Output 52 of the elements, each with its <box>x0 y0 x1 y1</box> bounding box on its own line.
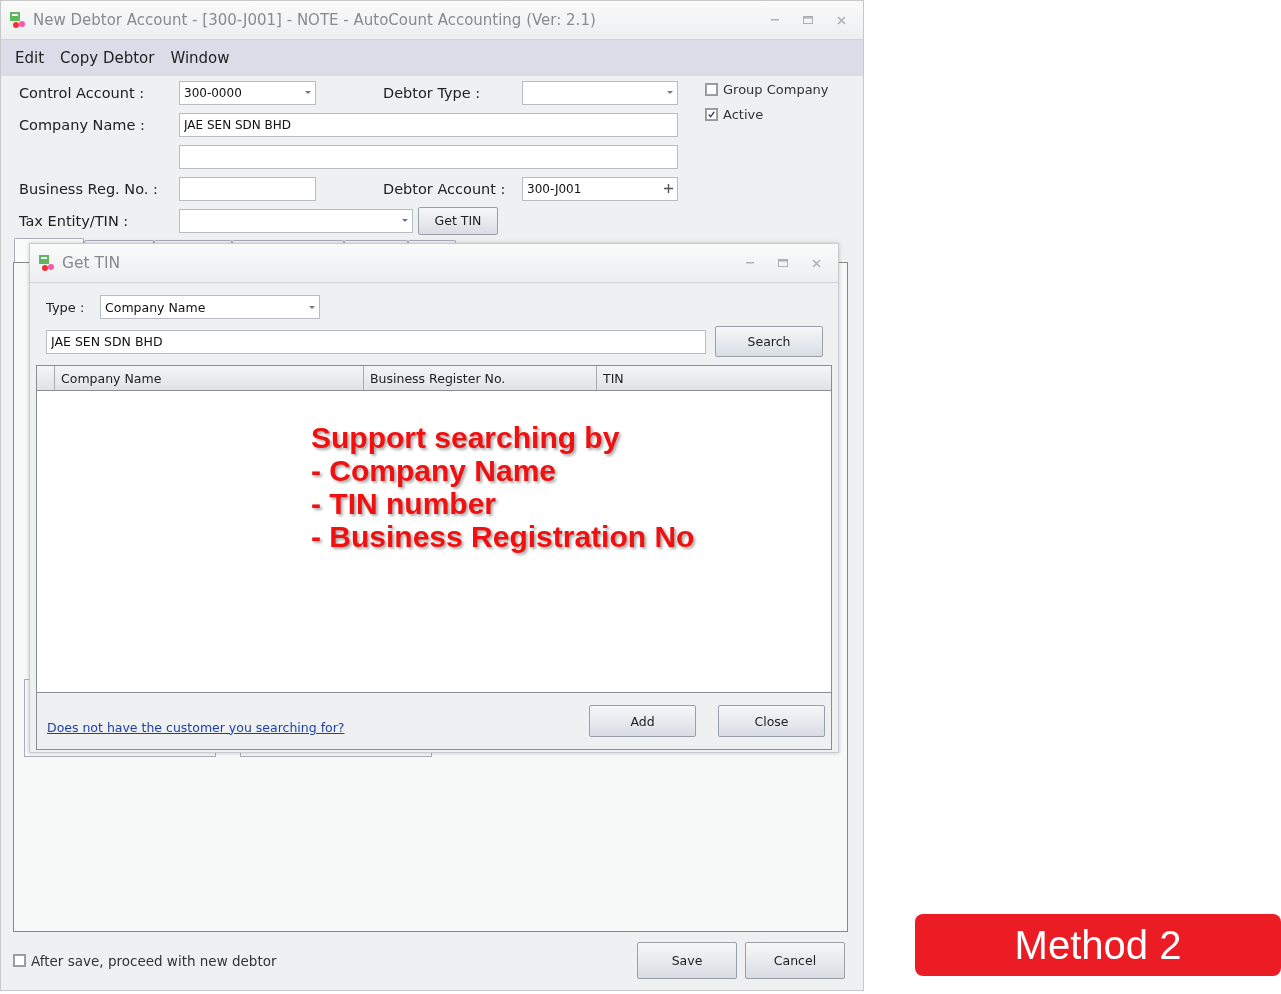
close-icon[interactable] <box>812 258 821 268</box>
field-label: Control Account : <box>19 84 146 101</box>
field-label: Type : <box>46 299 86 315</box>
maximize-icon[interactable] <box>778 259 788 267</box>
app-icon <box>38 254 56 272</box>
maximize-icon[interactable] <box>803 16 813 24</box>
debtor-account-field[interactable]: 300-J001 <box>522 176 678 201</box>
field-label: Debtor Account : <box>383 180 507 197</box>
field-label: Company Name : <box>19 116 146 133</box>
minimize-icon[interactable] <box>746 262 754 264</box>
search-button[interactable]: Search <box>715 326 823 357</box>
dialog-button[interactable]: Add <box>589 705 696 737</box>
company-name-2-field[interactable] <box>179 144 678 169</box>
checkbox[interactable] <box>13 954 26 967</box>
dialog-button[interactable]: Close <box>718 705 825 737</box>
menu-item[interactable]: Window <box>170 49 230 67</box>
dropdown-arrow-icon <box>402 219 408 222</box>
dropdown-arrow-icon <box>667 91 673 94</box>
close-icon[interactable] <box>837 15 846 25</box>
company-name-field[interactable]: JAE SEN SDN BHD <box>179 112 678 137</box>
window-title: New Debtor Account - [300-J001] - NOTE - AutoCount Accounting (Ver: 2.1) <box>33 11 597 29</box>
plus-icon[interactable] <box>664 184 673 193</box>
checkbox-label: After save, proceed with new debtor <box>31 952 277 969</box>
field-label: Business Reg. No. : <box>19 180 159 197</box>
type-dropdown[interactable]: Company Name <box>100 295 320 319</box>
menu-item[interactable]: Edit <box>15 49 45 67</box>
dropdown-arrow-icon <box>305 91 311 94</box>
field-label: Tax Entity/TIN : <box>19 212 130 229</box>
app-icon <box>9 11 27 29</box>
annotation-text: Support searching by - Company Name - TIN number - Business Registration No <box>311 421 695 553</box>
method-badge: Method 2 <box>915 914 1281 976</box>
dialog-button[interactable]: Cancel <box>745 942 845 979</box>
checkbox-label: Group Company <box>723 82 829 97</box>
minimize-icon[interactable] <box>771 19 779 21</box>
control-account-dropdown[interactable]: 300-0000 <box>179 80 316 105</box>
search-field[interactable]: JAE SEN SDN BHD <box>46 329 706 354</box>
column-header[interactable]: TIN <box>597 366 831 390</box>
dropdown-arrow-icon <box>309 305 315 309</box>
tax-entity-dropdown[interactable] <box>179 208 413 233</box>
business-reg-field[interactable] <box>179 176 316 201</box>
field-label: Debtor Type : <box>383 84 482 101</box>
column-header[interactable]: Business Register No. <box>364 366 597 390</box>
dialog-button[interactable]: Save <box>637 942 737 979</box>
checkbox[interactable] <box>705 83 718 96</box>
dialog-title: Get TIN <box>62 254 122 272</box>
debtor-type-dropdown[interactable] <box>522 80 678 105</box>
menu-item[interactable]: Copy Debtor <box>60 49 155 67</box>
add-customer-link[interactable]: Does not have the customer you searching for? <box>47 719 345 735</box>
checkbox[interactable] <box>705 108 718 121</box>
column-header[interactable]: Company Name <box>55 366 364 390</box>
get-tin-button[interactable]: Get TIN <box>418 206 498 235</box>
checkbox-label: Active <box>723 107 764 122</box>
